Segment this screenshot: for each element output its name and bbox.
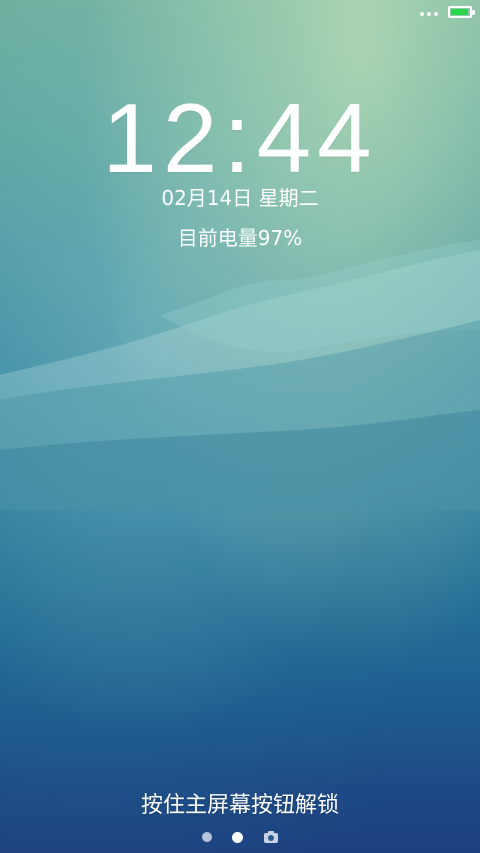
clock-time: 12:44 xyxy=(102,83,378,193)
pager xyxy=(0,829,480,845)
page-dot[interactable] xyxy=(201,832,212,842)
camera-icon[interactable] xyxy=(263,830,279,844)
wallpaper-mountains xyxy=(0,240,480,510)
unlock-hint: 按住主屏幕按钮解锁 xyxy=(140,793,339,818)
more-icon xyxy=(420,12,438,16)
battery-status-text: 目前电量97% xyxy=(177,226,303,250)
page-dot-active[interactable] xyxy=(231,831,243,843)
date-label: 02月14日 星期二 xyxy=(161,186,319,210)
battery-level xyxy=(451,9,468,15)
status-bar xyxy=(0,0,480,28)
battery-icon xyxy=(448,6,475,18)
